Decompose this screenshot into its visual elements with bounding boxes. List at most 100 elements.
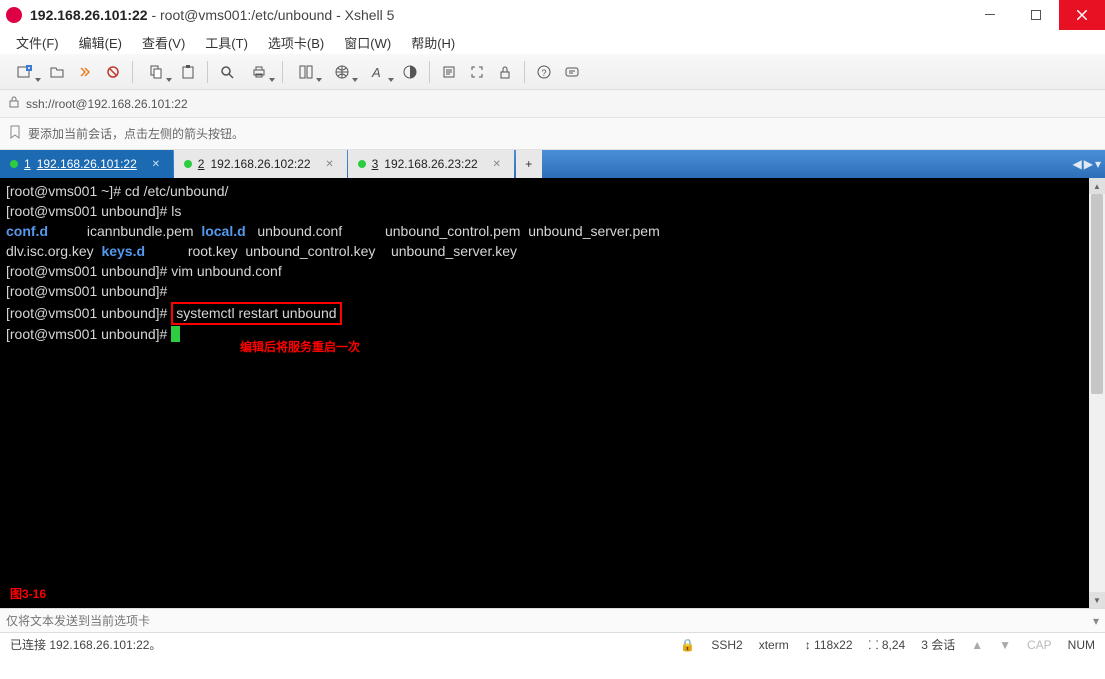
lock-icon <box>8 96 20 111</box>
tab-nav: ◀ ▶ ▾ <box>1073 150 1102 178</box>
tab-close-icon[interactable]: ✕ <box>149 157 163 171</box>
term-line: [root@vms001 ~]# cd /etc/unbound/ <box>6 183 228 199</box>
title-bar: 192.168.26.101:22 - root@vms001:/etc/unb… <box>0 0 1105 30</box>
term-line: [root@vms001 unbound]# <box>6 326 180 342</box>
annotation-restart: 编辑后将服务重启一次 <box>240 338 360 355</box>
tab-next-icon[interactable]: ▶ <box>1084 157 1093 171</box>
tab-status-icon <box>10 160 18 168</box>
tab-1[interactable]: 1 192.168.26.101:22 ✕ <box>0 150 173 178</box>
toolbar-separator <box>132 61 133 83</box>
toolbar-separator <box>207 61 208 83</box>
bookmark-icon[interactable] <box>8 125 22 142</box>
tab-index: 3 <box>372 157 379 171</box>
scroll-down-icon[interactable]: ▼ <box>1089 592 1105 608</box>
toolbar-separator <box>429 61 430 83</box>
tab-close-icon[interactable]: ✕ <box>323 157 337 171</box>
tab-prev-icon[interactable]: ◀ <box>1073 157 1082 171</box>
tab-2[interactable]: 2 192.168.26.102:22 ✕ <box>174 150 347 178</box>
term-line: dlv.isc.org.key keys.d root.key unbound_… <box>6 243 517 259</box>
script-button[interactable] <box>436 58 462 86</box>
annotation-figure: 图3-16 <box>10 585 46 602</box>
window-title-rest: - root@vms001:/etc/unbound - Xshell 5 <box>148 7 395 23</box>
term-line: [root@vms001 unbound]# systemctl restart… <box>6 305 342 321</box>
term-line: [root@vms001 unbound]# <box>6 283 167 299</box>
window-controls <box>967 0 1105 30</box>
scroll-thumb[interactable] <box>1091 194 1103 394</box>
tab-index: 2 <box>198 157 205 171</box>
tab-close-icon[interactable]: ✕ <box>490 157 504 171</box>
send-box: ▾ <box>0 608 1105 632</box>
menu-tab[interactable]: 选项卡(B) <box>262 31 330 54</box>
color-button[interactable] <box>397 58 423 86</box>
term-line: [root@vms001 unbound]# vim unbound.conf <box>6 263 282 279</box>
tab-3[interactable]: 3 192.168.26.23:22 ✕ <box>348 150 514 178</box>
svg-text:A: A <box>371 65 381 80</box>
send-input[interactable] <box>6 614 1093 628</box>
tab-list-icon[interactable]: ▾ <box>1095 157 1101 171</box>
maximize-button[interactable] <box>1013 0 1059 30</box>
menu-bar: 文件(F) 编辑(E) 查看(V) 工具(T) 选项卡(B) 窗口(W) 帮助(… <box>0 30 1105 54</box>
copy-button[interactable] <box>139 58 173 86</box>
scroll-up-icon[interactable]: ▲ <box>1089 178 1105 194</box>
menu-edit[interactable]: 编辑(E) <box>73 31 128 54</box>
disconnect-button[interactable] <box>100 58 126 86</box>
help-button[interactable]: ? <box>531 58 557 86</box>
menu-file[interactable]: 文件(F) <box>10 31 65 54</box>
term-line: conf.d icannbundle.pem local.d unbound.c… <box>6 223 660 239</box>
toolbar-separator <box>524 61 525 83</box>
menu-help[interactable]: 帮助(H) <box>405 31 461 54</box>
close-button[interactable] <box>1059 0 1105 30</box>
app-icon <box>6 7 22 23</box>
menu-tools[interactable]: 工具(T) <box>199 31 254 54</box>
tab-strip: 1 192.168.26.101:22 ✕ 2 192.168.26.102:2… <box>0 150 1105 178</box>
status-num: NUM <box>1068 638 1095 652</box>
highlighted-command: systemctl restart unbound <box>171 302 341 325</box>
tab-label: 192.168.26.102:22 <box>210 157 310 171</box>
open-session-button[interactable] <box>44 58 70 86</box>
status-term: xterm <box>759 638 789 652</box>
address-text[interactable]: ssh://root@192.168.26.101:22 <box>26 97 188 111</box>
terminal[interactable]: [root@vms001 ~]# cd /etc/unbound/ [root@… <box>0 178 1089 608</box>
fullscreen-button[interactable] <box>464 58 490 86</box>
find-button[interactable] <box>214 58 240 86</box>
status-cursor: ⸬ 8,24 <box>869 636 906 653</box>
tab-status-icon <box>184 160 192 168</box>
svg-text:?: ? <box>542 68 547 78</box>
menu-window[interactable]: 窗口(W) <box>338 31 397 54</box>
hint-text: 要添加当前会话，点击左侧的箭头按钮。 <box>28 125 244 142</box>
status-ssh: SSH2 <box>711 638 742 652</box>
term-line: [root@vms001 unbound]# ls <box>6 203 181 219</box>
minimize-button[interactable] <box>967 0 1013 30</box>
print-button[interactable] <box>242 58 276 86</box>
globe-button[interactable] <box>325 58 359 86</box>
new-session-button[interactable] <box>8 58 42 86</box>
scrollbar[interactable]: ▲ ▼ <box>1089 178 1105 608</box>
send-dropdown-icon[interactable]: ▾ <box>1093 614 1099 628</box>
terminal-wrap: [root@vms001 ~]# cd /etc/unbound/ [root@… <box>0 178 1105 608</box>
new-tab-button[interactable]: + <box>516 150 542 178</box>
window-title-host: 192.168.26.101:22 <box>30 7 148 23</box>
tab-label: 192.168.26.101:22 <box>37 157 137 171</box>
status-bar: 已连接 192.168.26.101:22。 🔒 SSH2 xterm ↕ 11… <box>0 632 1105 656</box>
reconnect-button[interactable] <box>72 58 98 86</box>
toolbar-separator <box>282 61 283 83</box>
status-ssh-icon: 🔒 <box>680 638 695 652</box>
sessions-button[interactable] <box>559 58 585 86</box>
tab-status-icon <box>358 160 366 168</box>
transfer-button[interactable] <box>289 58 323 86</box>
status-right: 🔒 SSH2 xterm ↕ 118x22 ⸬ 8,24 3 会话 ▲ ▼ CA… <box>680 636 1095 653</box>
status-down-icon[interactable]: ▼ <box>999 638 1011 652</box>
status-cap: CAP <box>1027 638 1052 652</box>
cursor <box>171 326 180 342</box>
lock-button[interactable] <box>492 58 518 86</box>
status-sessions: 3 会话 <box>921 636 955 653</box>
menu-view[interactable]: 查看(V) <box>136 31 191 54</box>
status-up-icon[interactable]: ▲ <box>971 638 983 652</box>
status-size: ↕ 118x22 <box>805 638 853 652</box>
hint-bar: 要添加当前会话，点击左侧的箭头按钮。 <box>0 118 1105 150</box>
status-connection: 已连接 192.168.26.101:22。 <box>10 636 161 653</box>
font-button[interactable]: A <box>361 58 395 86</box>
paste-button[interactable] <box>175 58 201 86</box>
tab-label: 192.168.26.23:22 <box>384 157 477 171</box>
window-title: 192.168.26.101:22 - root@vms001:/etc/unb… <box>30 7 394 23</box>
